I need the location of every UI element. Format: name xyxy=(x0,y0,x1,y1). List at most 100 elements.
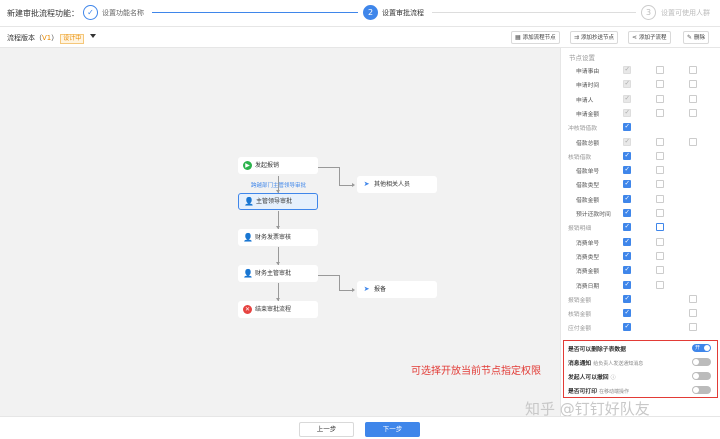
permission-checkbox[interactable] xyxy=(623,94,631,103)
permission-checkbox[interactable] xyxy=(689,294,697,303)
permission-checkbox[interactable] xyxy=(623,179,631,189)
prev-button[interactable]: 上一步 xyxy=(299,422,354,437)
permission-checkbox[interactable] xyxy=(656,108,664,117)
connector-line xyxy=(339,275,340,290)
permission-checkbox[interactable] xyxy=(656,209,664,217)
permission-row: 消息通知 给负责人发送通知消息 xyxy=(568,358,643,367)
permission-checkbox[interactable] xyxy=(623,251,631,260)
field-label: 消费类型 xyxy=(576,254,600,261)
permission-checkbox[interactable] xyxy=(689,323,697,332)
step-3-pending[interactable]: 3 xyxy=(641,5,656,20)
permission-field-row: 申请金额 xyxy=(561,106,720,120)
send-icon: ➤ xyxy=(363,285,370,293)
permission-checkbox[interactable] xyxy=(623,65,631,74)
permission-checkbox[interactable] xyxy=(656,280,664,289)
permission-checkbox[interactable] xyxy=(689,309,697,318)
permission-checkbox[interactable] xyxy=(656,166,664,175)
field-label: 申请事由 xyxy=(576,69,600,75)
permission-checkbox[interactable] xyxy=(689,80,697,89)
permission-checkbox[interactable] xyxy=(623,194,631,203)
connector-line xyxy=(339,167,340,185)
version-selector[interactable]: 流程版本（V1） 设计中 xyxy=(7,33,85,44)
permission-checkbox[interactable] xyxy=(623,137,631,146)
permission-checkbox[interactable] xyxy=(656,80,664,89)
permission-checkbox[interactable] xyxy=(689,137,697,146)
permission-checkbox[interactable] xyxy=(623,322,631,332)
step-3-label[interactable]: 设置可使用人群 xyxy=(661,8,710,18)
permission-field-row: 申请时间 xyxy=(561,77,720,91)
permission-checkbox[interactable] xyxy=(656,266,664,275)
permission-checkbox[interactable] xyxy=(623,308,631,318)
branch-label: 跨越部门主管领导审批 xyxy=(251,183,307,189)
field-label: 申请人 xyxy=(576,97,594,104)
field-label: 核销借款 xyxy=(568,154,592,161)
permission-checkbox[interactable] xyxy=(656,180,664,189)
permission-field-row: 消费单号 xyxy=(561,235,720,249)
node-label: 财务主管审批 xyxy=(255,270,292,277)
permission-checkbox[interactable] xyxy=(656,223,664,232)
permission-checkbox[interactable] xyxy=(623,208,631,217)
permission-checkbox[interactable] xyxy=(623,79,631,89)
delete-button[interactable]: ✎ 删除 xyxy=(683,31,710,44)
flow-node-manager-approval[interactable]: 👤 主管领导审批 xyxy=(238,193,318,210)
field-label: 应付金额 xyxy=(568,326,592,333)
permission-checkbox[interactable] xyxy=(656,137,664,146)
permission-checkbox[interactable] xyxy=(623,294,631,303)
field-label: 报销明细 xyxy=(568,226,592,233)
permission-field-row: 报销明细 xyxy=(561,220,720,234)
panel-title: 节点设置 xyxy=(569,54,595,62)
permission-checkbox[interactable] xyxy=(623,280,631,289)
add-cc-node-button[interactable]: ⇉ 添加抄送节点 xyxy=(570,31,619,44)
step-connector xyxy=(152,12,358,13)
permission-checkbox[interactable] xyxy=(623,222,631,232)
flow-node-finance-approval[interactable]: 👤 财务主管审批 xyxy=(238,265,318,282)
cc-node-report[interactable]: ➤ 报备 xyxy=(357,281,437,298)
step-2-current[interactable]: 2 xyxy=(363,5,378,20)
permission-checkbox[interactable] xyxy=(656,94,664,103)
add-flow-node-button[interactable]: ▦ 添加流程节点 xyxy=(511,31,560,44)
toggle-delete-subtable[interactable]: 开 xyxy=(692,344,711,352)
next-button[interactable]: 下一步 xyxy=(365,422,420,437)
permission-checkbox[interactable] xyxy=(623,122,631,132)
permission-checkbox[interactable] xyxy=(656,194,664,203)
node-label: 财务发票审核 xyxy=(255,234,292,241)
permission-checkbox[interactable] xyxy=(656,251,664,260)
permission-checkbox[interactable] xyxy=(689,66,697,74)
node-icon: ▦ xyxy=(515,34,521,41)
permission-checkbox[interactable] xyxy=(623,265,631,275)
permission-checkbox[interactable] xyxy=(689,94,697,103)
permission-label: 发起人可以撤回 xyxy=(568,375,609,381)
arrow-right-icon xyxy=(352,183,355,187)
play-icon: ▶ xyxy=(243,161,252,170)
cc-icon: ⇉ xyxy=(574,34,580,41)
permission-checkbox[interactable] xyxy=(623,237,631,246)
permission-checkbox[interactable] xyxy=(623,165,631,175)
step-2-label[interactable]: 设置审批流程 xyxy=(382,8,424,18)
user-icon: 👤 xyxy=(244,197,254,206)
cc-node-others[interactable]: ➤ 其他相关人员 xyxy=(357,176,437,193)
permission-checkbox[interactable] xyxy=(623,108,631,117)
node-label: 报备 xyxy=(374,286,387,293)
connector-line xyxy=(339,185,353,186)
toggle-initiator-withdraw[interactable] xyxy=(692,372,711,380)
field-label: 消费单号 xyxy=(576,240,600,247)
permission-checkbox[interactable] xyxy=(656,237,664,246)
step-1-done-icon[interactable]: ✓ xyxy=(83,5,98,20)
add-subflow-button[interactable]: ⋖ 添加子流程 xyxy=(628,31,671,44)
permission-checkbox[interactable] xyxy=(656,151,664,160)
permission-checkbox[interactable] xyxy=(689,108,697,117)
field-label: 借款类型 xyxy=(576,183,600,190)
flow-node-invoice-review[interactable]: 👤 财务发票审核 xyxy=(238,229,318,246)
annotation-text: 可选择开放当前节点指定权限 xyxy=(411,366,541,377)
permission-checkbox[interactable] xyxy=(656,66,664,74)
toggle-printable[interactable] xyxy=(692,386,711,394)
flow-node-start[interactable]: ▶ 发起报销 xyxy=(238,157,318,174)
caret-down-icon[interactable] xyxy=(90,34,96,38)
flow-node-end[interactable]: ✕ 结束审批流程 xyxy=(238,301,318,318)
node-label: 结束审批流程 xyxy=(255,306,292,313)
step-1-label[interactable]: 设置功能名称 xyxy=(102,8,144,18)
toggle-notification[interactable] xyxy=(692,358,711,366)
field-label: 借款单号 xyxy=(576,169,600,176)
permission-checkbox[interactable] xyxy=(623,151,631,160)
close-icon: ✕ xyxy=(243,305,252,314)
